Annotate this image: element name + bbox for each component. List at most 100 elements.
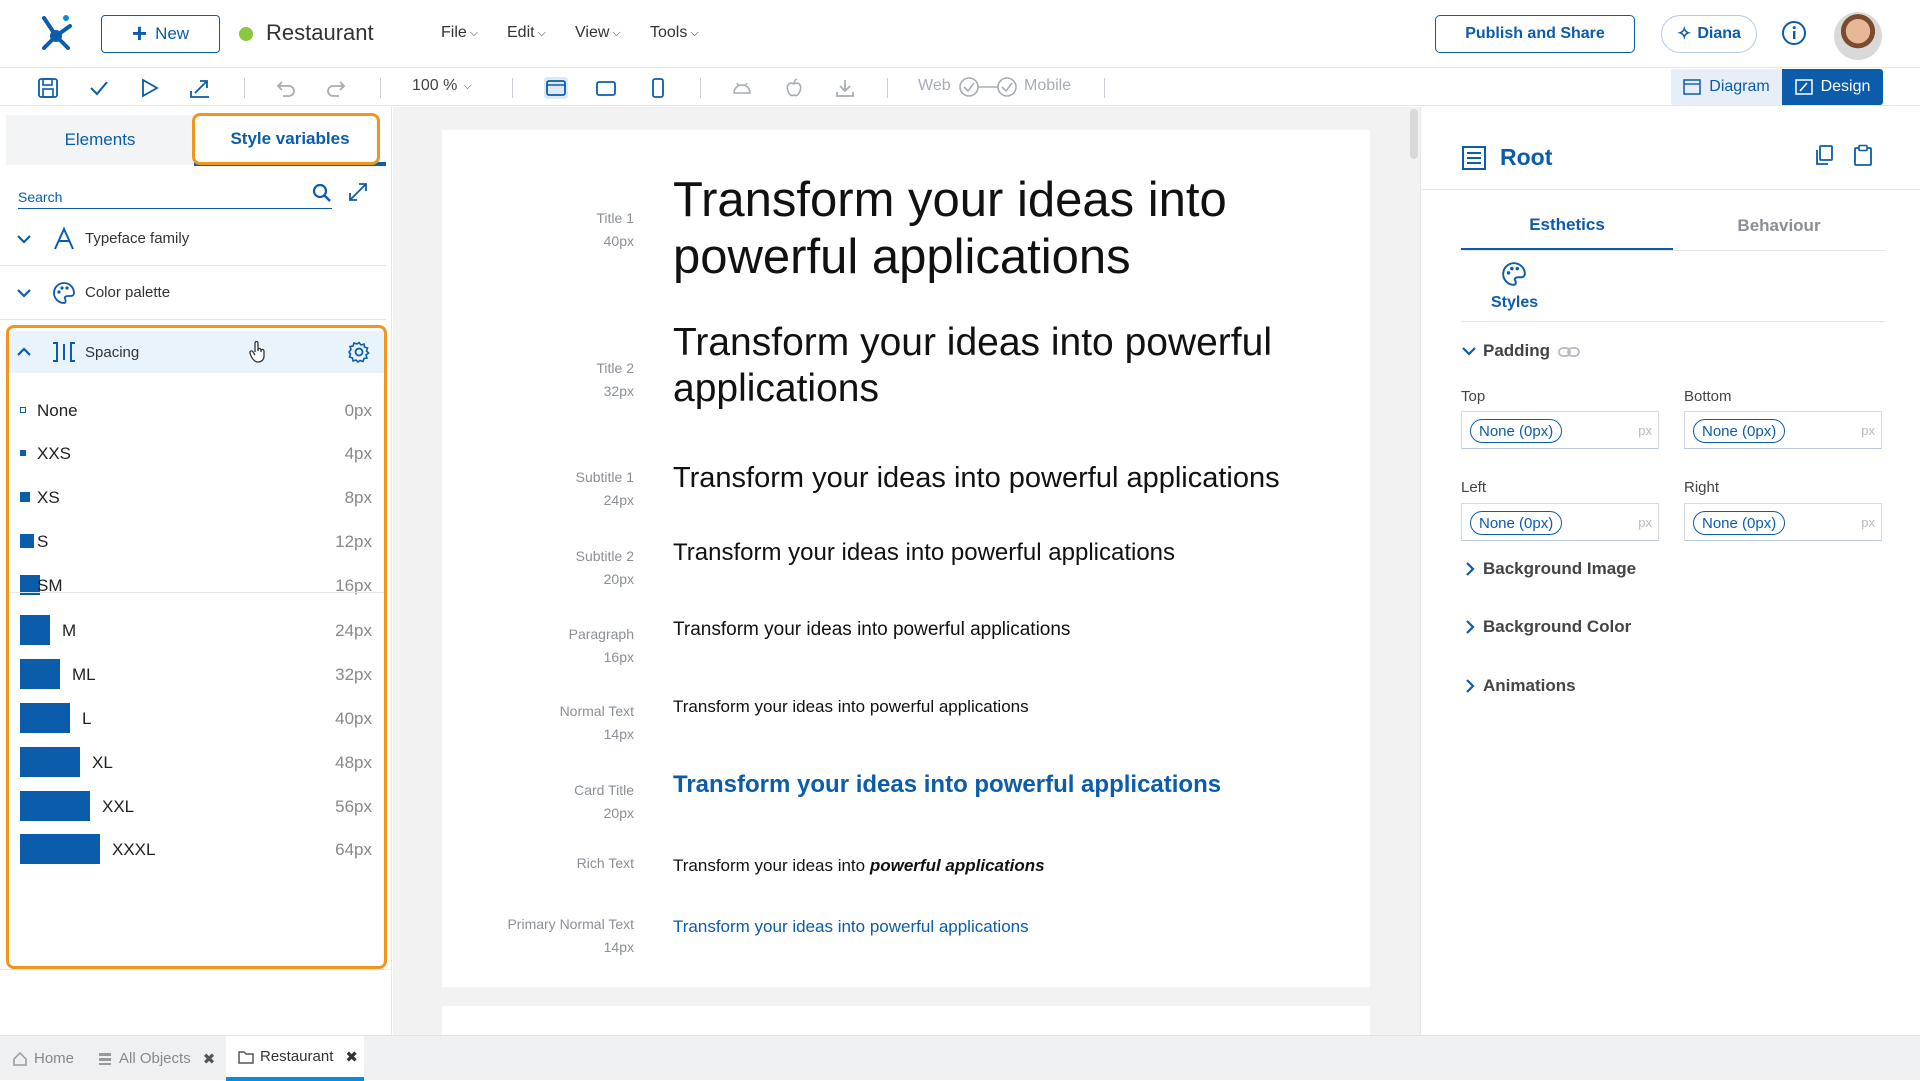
toolbar-divider: [887, 78, 888, 98]
value-chip[interactable]: None (0px): [1693, 511, 1786, 535]
check-icon[interactable]: [88, 77, 110, 99]
assistant-button[interactable]: ✧ Diana: [1661, 15, 1757, 53]
chevron-down-icon: ⌵: [537, 26, 546, 39]
menu-file[interactable]: File ⌵: [441, 24, 478, 42]
export-icon[interactable]: [189, 77, 211, 99]
bottom-tab-home[interactable]: Home: [12, 1036, 74, 1081]
value-chip[interactable]: None (0px): [1470, 511, 1563, 535]
link-icon[interactable]: [1557, 344, 1581, 360]
folder-icon: [238, 1049, 254, 1065]
web-check-icon: [958, 76, 1028, 98]
paste-icon[interactable]: [1852, 144, 1874, 166]
padding-top-label: Top: [1461, 388, 1486, 405]
search-input[interactable]: Search: [18, 181, 332, 209]
chevron-down-icon[interactable]: [1461, 343, 1477, 359]
spacing-item-xxxl[interactable]: XXXL 64px: [8, 827, 378, 871]
section-label: Typeface family: [85, 230, 190, 247]
padding-right-field[interactable]: None (0px) px: [1684, 503, 1882, 541]
tab-style-variables[interactable]: Style variables: [194, 115, 386, 165]
tab-divider: [1461, 250, 1885, 251]
sample-text: Transform your ideas into powerful appli…: [673, 173, 1227, 284]
chevron-right-icon[interactable]: [1463, 561, 1477, 577]
spacing-item-s[interactable]: S 12px: [8, 519, 378, 563]
android-icon[interactable]: [731, 77, 753, 99]
spacing-item-xs[interactable]: XS 8px: [8, 475, 378, 519]
value-chip[interactable]: None (0px): [1470, 419, 1563, 443]
padding-bottom-label: Bottom: [1684, 388, 1732, 405]
padding-left-field[interactable]: None (0px) px: [1461, 503, 1659, 541]
design-button[interactable]: Design: [1782, 69, 1883, 105]
copy-icon[interactable]: [1813, 144, 1835, 166]
play-icon[interactable]: [138, 77, 160, 99]
tablet-view-icon[interactable]: [595, 77, 617, 99]
close-icon[interactable]: ✖: [203, 1050, 216, 1068]
bottom-tab-restaurant[interactable]: Restaurant ✖: [226, 1036, 364, 1081]
style-name: Subtitle 2: [575, 548, 634, 564]
bottom-tab-all-objects[interactable]: All Objects ✖: [97, 1036, 215, 1081]
web-label: Web: [918, 77, 951, 94]
value-chip[interactable]: None (0px): [1693, 419, 1786, 443]
chevron-right-icon[interactable]: [1463, 678, 1477, 694]
mobile-label: Mobile: [1024, 77, 1072, 94]
expand-icon[interactable]: [347, 181, 369, 203]
spacing-item-sm[interactable]: SM 16px: [8, 563, 378, 607]
canvas-scrollbar[interactable]: [1410, 109, 1418, 159]
section-color-palette[interactable]: Color palette: [0, 266, 386, 320]
app-logo-icon[interactable]: [36, 12, 76, 52]
background-color-section[interactable]: Background Color: [1483, 617, 1631, 637]
gear-icon[interactable]: [348, 341, 370, 363]
search-icon[interactable]: [312, 183, 332, 203]
chevron-right-icon[interactable]: [1463, 619, 1477, 635]
spacing-item-none[interactable]: None 0px: [8, 388, 378, 432]
toolbar-divider: [380, 78, 381, 98]
zoom-select[interactable]: 100 % ⌵: [412, 77, 472, 95]
style-sample: Transform your ideas into powerful appli…: [673, 618, 1353, 642]
mobile-view-icon[interactable]: [647, 77, 669, 99]
spacing-item-xxl[interactable]: XXL 56px: [8, 784, 378, 828]
spacing-item-l[interactable]: L 40px: [8, 696, 378, 740]
styles-tab[interactable]: Styles: [1491, 294, 1538, 312]
desktop-view-icon[interactable]: [544, 77, 568, 99]
palette-icon[interactable]: [1501, 261, 1527, 287]
padding-top-field[interactable]: None (0px) px: [1461, 411, 1659, 449]
spacing-item-xl[interactable]: XL 48px: [8, 740, 378, 784]
background-image-section[interactable]: Background Image: [1483, 559, 1636, 579]
close-icon[interactable]: ✖: [345, 1048, 358, 1066]
list-icon: [97, 1051, 113, 1067]
padding-section-label[interactable]: Padding: [1483, 341, 1550, 361]
section-spacing[interactable]: Spacing: [8, 331, 386, 373]
spacing-name: XS: [37, 488, 60, 507]
style-size: 14px: [603, 726, 634, 742]
user-avatar[interactable]: [1834, 12, 1882, 60]
save-icon[interactable]: [37, 77, 59, 99]
sample-text: Transform your ideas into powerful appli…: [673, 917, 1029, 936]
menu-view[interactable]: View ⌵: [575, 24, 621, 42]
menu-tools[interactable]: Tools ⌵: [650, 24, 699, 42]
redo-icon[interactable]: [325, 77, 347, 99]
design-canvas[interactable]: Title 1 40px Transform your ideas into pow…: [393, 107, 1420, 1046]
sample-emphasis: powerful applications: [869, 856, 1045, 875]
animations-section[interactable]: Animations: [1483, 676, 1576, 696]
new-button[interactable]: + New: [101, 15, 220, 53]
spacing-item-ml[interactable]: ML 32px: [8, 652, 378, 696]
chevron-up-icon: [16, 344, 32, 360]
tab-behaviour[interactable]: Behaviour: [1673, 201, 1885, 251]
tab-elements[interactable]: Elements: [6, 115, 194, 165]
style-size: 20px: [603, 805, 634, 821]
apple-icon[interactable]: [783, 77, 805, 99]
section-typeface-family[interactable]: Typeface family: [0, 212, 386, 266]
publish-and-share-button[interactable]: Publish and Share: [1435, 15, 1635, 53]
padding-bottom-field[interactable]: None (0px) px: [1684, 411, 1882, 449]
menu-edit[interactable]: Edit ⌵: [507, 24, 546, 42]
spacing-name: L: [82, 709, 92, 728]
spacing-item-xxs[interactable]: XXS 4px: [8, 431, 378, 475]
spacing-value: 8px: [344, 488, 372, 507]
diagram-button[interactable]: Diagram: [1671, 69, 1782, 105]
info-icon[interactable]: [1781, 20, 1807, 46]
spacing-item-m[interactable]: M 24px: [8, 608, 378, 652]
tab-esthetics[interactable]: Esthetics: [1461, 201, 1673, 251]
unit-label: px: [1861, 423, 1875, 438]
style-sample: Transform your ideas into powerful appli…: [673, 696, 1353, 718]
undo-icon[interactable]: [275, 77, 297, 99]
download-icon[interactable]: [834, 77, 856, 99]
